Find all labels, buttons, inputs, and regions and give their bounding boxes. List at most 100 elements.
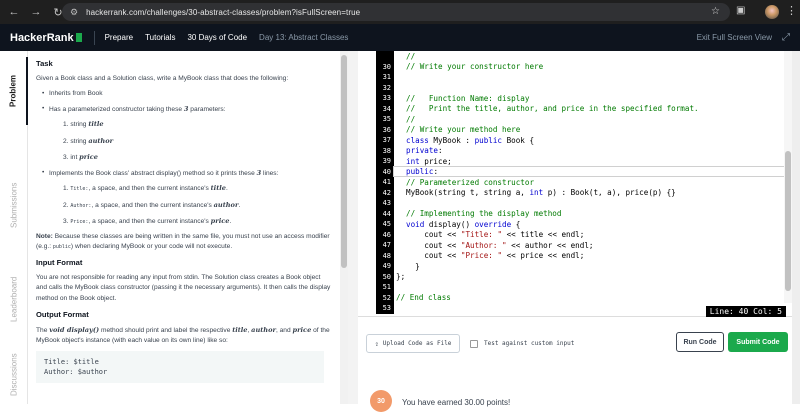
line-number: 36 xyxy=(376,124,394,135)
problem-statement: Task Given a Book class and a Solution c… xyxy=(28,51,340,404)
line-code[interactable]: // Write your method here xyxy=(394,125,520,134)
line-code[interactable]: MyBook(string t, string a, int p) : Book… xyxy=(394,188,676,197)
code-line[interactable]: 45 void display() override { xyxy=(376,219,792,230)
back-arrow-icon[interactable]: ← xyxy=(6,4,22,20)
line-code[interactable]: // End class xyxy=(394,293,451,302)
code-line[interactable]: 34// Print the title, author, and price … xyxy=(376,103,792,114)
code-line[interactable]: 41// Parameterized constructor xyxy=(376,177,792,188)
param-item: 3. int price xyxy=(63,152,98,161)
code-line[interactable]: 47 cout << "Author: " << author << endl; xyxy=(376,240,792,251)
nav-current-challenge[interactable]: Day 13: Abstract Classes xyxy=(259,33,348,42)
sample-output-block: Title: $title Author: $author xyxy=(36,351,324,384)
line-code[interactable]: // Print the title, author, and price in… xyxy=(394,104,699,113)
page-scrollbar[interactable] xyxy=(792,51,800,404)
line-number: 38 xyxy=(376,145,394,156)
code-line[interactable]: 52// End class xyxy=(376,292,792,303)
exit-fullscreen-link[interactable]: Exit Full Screen View xyxy=(697,33,772,42)
problem-scrollbar[interactable] xyxy=(340,51,348,404)
fullscreen-toggle-icon[interactable]: ⤢ xyxy=(782,32,790,43)
code-line[interactable]: 49 } xyxy=(376,261,792,272)
line-code[interactable]: void display() override { xyxy=(394,220,520,229)
output-line-item: 3. Price:, a space, and then the current… xyxy=(63,216,232,225)
problem-scroll-thumb[interactable] xyxy=(341,55,347,268)
nav-tutorials[interactable]: Tutorials xyxy=(145,33,175,42)
output-line-list: 1. Title:, a space, and then the current… xyxy=(63,183,332,227)
custom-input-checkbox[interactable] xyxy=(470,340,478,348)
forward-arrow-icon[interactable]: → xyxy=(28,4,44,20)
code-line[interactable]: 50}; xyxy=(376,271,792,282)
code-line[interactable]: 46 cout << "Title: " << title << endl; xyxy=(376,229,792,240)
output-format-text: The void display() method should print a… xyxy=(36,325,330,344)
editor-scroll-thumb[interactable] xyxy=(785,151,791,291)
address-bar[interactable]: ⚙ hackerrank.com/challenges/30-abstract-… xyxy=(62,3,730,21)
submit-code-button[interactable]: Submit Code xyxy=(728,332,788,352)
line-code[interactable]: cout << "Price: " << price << endl; xyxy=(394,251,584,260)
tab-problem[interactable]: Problem xyxy=(0,57,28,125)
line-code[interactable]: // xyxy=(394,115,415,124)
line-number: 41 xyxy=(376,177,394,188)
line-number xyxy=(376,51,394,62)
site-info-icon[interactable]: ⚙ xyxy=(70,7,78,18)
run-code-button[interactable]: Run Code xyxy=(676,332,724,352)
code-line[interactable]: 32 xyxy=(376,82,792,93)
code-line[interactable]: 30// Write your constructor here xyxy=(376,61,792,72)
line-number: 35 xyxy=(376,114,394,125)
requirement-inherits: Inherits from Book xyxy=(42,89,332,99)
browser-menu-icon[interactable]: ⋮ xyxy=(786,4,797,17)
line-code[interactable]: // Implementing the display method xyxy=(394,209,561,218)
tab-submissions[interactable]: Submissions xyxy=(0,163,28,247)
profile-avatar[interactable] xyxy=(765,5,779,19)
line-code[interactable]: public: xyxy=(393,166,793,178)
line-number: 49 xyxy=(376,261,394,272)
line-number: 48 xyxy=(376,250,394,261)
input-format-heading: Input Format xyxy=(36,258,83,268)
upload-code-button[interactable]: ⇪ Upload Code as File xyxy=(366,334,460,353)
code-line[interactable]: 33// Function Name: display xyxy=(376,93,792,104)
code-line[interactable]: 36// Write your method here xyxy=(376,124,792,135)
line-code[interactable]: int price; xyxy=(394,157,452,166)
line-number: 37 xyxy=(376,135,394,146)
sample-line: Author: $author xyxy=(44,368,108,377)
code-line[interactable]: 37 class MyBook : public Book { xyxy=(376,135,792,146)
line-number: 31 xyxy=(376,72,394,83)
browser-toolbar: ← → ↻ ⚙ hackerrank.com/challenges/30-abs… xyxy=(0,0,800,24)
line-code[interactable]: // Parameterized constructor xyxy=(394,178,534,187)
code-line[interactable]: // xyxy=(376,51,792,62)
code-line[interactable]: 31 xyxy=(376,72,792,83)
tab-discussions[interactable]: Discussions xyxy=(0,347,28,403)
nav-prepare[interactable]: Prepare xyxy=(105,33,133,42)
bookmark-star-icon[interactable]: ☆ xyxy=(711,6,720,17)
line-code[interactable]: // Function Name: display xyxy=(394,94,529,103)
code-lines[interactable]: //30// Write your constructor here 31 32 33… xyxy=(376,51,793,314)
line-code[interactable]: cout << "Author: " << author << endl; xyxy=(394,241,593,250)
code-line[interactable]: 42 MyBook(string t, string a, int p) : Bo… xyxy=(376,187,792,198)
nav-30-days[interactable]: 30 Days of Code xyxy=(187,33,247,42)
tab-leaderboard[interactable]: Leaderboard xyxy=(0,257,28,341)
custom-input-label[interactable]: Test against custom input xyxy=(484,340,574,347)
line-code[interactable]: // xyxy=(394,52,415,61)
code-line[interactable]: 39 int price; xyxy=(376,156,792,167)
line-number: 32 xyxy=(376,82,394,93)
code-editor[interactable]: //30// Write your constructor here 31 32 33… xyxy=(358,51,793,317)
line-code[interactable]: // Write your constructor here xyxy=(394,62,543,71)
code-line[interactable]: 44// Implementing the display method xyxy=(376,208,792,219)
code-line[interactable]: 35// xyxy=(376,114,792,125)
line-code[interactable]: } xyxy=(394,262,420,271)
code-line[interactable]: 43 xyxy=(376,198,792,209)
line-code[interactable]: class MyBook : public Book { xyxy=(394,136,534,145)
line-code[interactable]: private: xyxy=(394,146,443,155)
line-number: 47 xyxy=(376,240,394,251)
code-line[interactable]: 38 private: xyxy=(376,145,792,156)
line-code[interactable]: }; xyxy=(394,272,405,281)
hackerrank-logo[interactable]: HackerRank xyxy=(10,32,82,44)
extensions-icon[interactable]: ▣ xyxy=(736,5,745,16)
code-line[interactable]: 51 xyxy=(376,282,792,293)
pane-splitter[interactable] xyxy=(348,51,358,404)
editor-scrollbar[interactable] xyxy=(784,51,792,303)
output-line-item: 2. Author:, a space, and then the curren… xyxy=(63,200,241,209)
line-code[interactable]: cout << "Title: " << title << endl; xyxy=(394,230,584,239)
code-line[interactable]: 48 cout << "Price: " << price << endl; xyxy=(376,250,792,261)
line-number: 33 xyxy=(376,93,394,104)
code-line[interactable]: 40 public: xyxy=(376,166,793,178)
cursor-position-status: Line: 40 Col: 5 xyxy=(705,306,786,317)
